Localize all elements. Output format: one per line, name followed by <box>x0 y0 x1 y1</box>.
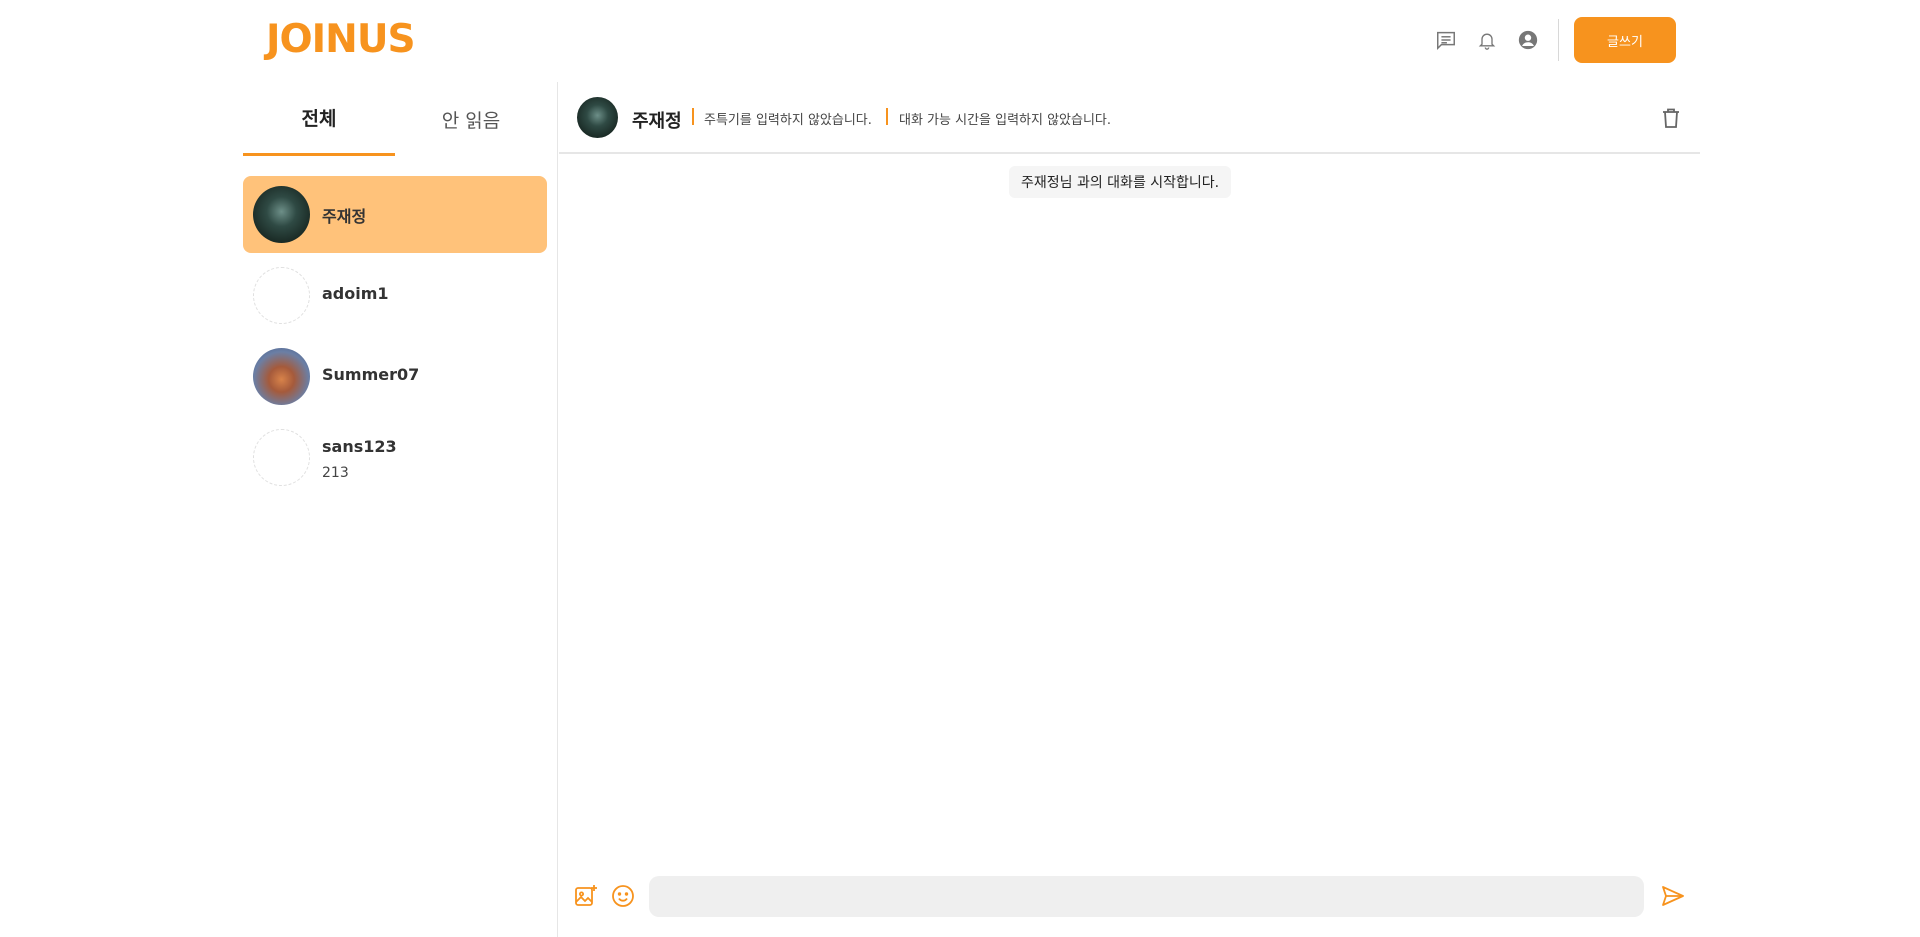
avatar <box>253 186 310 243</box>
chat-room-panel: 전체 안 읽음 주재정 adoim1 Summer07 sans123 213 <box>243 82 558 937</box>
separator <box>692 108 694 125</box>
tab-all[interactable]: 전체 <box>243 82 395 156</box>
room-name: sans123 <box>322 437 397 456</box>
logo[interactable]: JOINUS <box>266 19 416 61</box>
chat-panel: 주재정 주특기를 입력하지 않았습니다. 대화 가능 시간을 입력하지 않았습니… <box>559 82 1700 937</box>
send-button[interactable] <box>1657 881 1689 911</box>
header-divider <box>1558 19 1559 61</box>
room-tabs: 전체 안 읽음 <box>243 82 558 156</box>
emoji-icon[interactable] <box>608 881 638 911</box>
room-list: 주재정 adoim1 Summer07 sans123 213 <box>243 176 547 500</box>
top-header: JOINUS 글쓰기 <box>0 0 1920 82</box>
system-message: 주재정님 과의 대화를 시작합니다. <box>1009 166 1232 198</box>
room-item[interactable]: 주재정 <box>243 176 547 253</box>
chat-icon[interactable] <box>1433 27 1459 53</box>
room-item[interactable]: adoim1 <box>243 257 547 334</box>
image-upload-icon[interactable] <box>571 881 601 911</box>
delete-chat-button[interactable] <box>1657 104 1685 132</box>
profile-icon[interactable] <box>1515 27 1541 53</box>
room-name: adoim1 <box>322 284 389 303</box>
bell-icon[interactable] <box>1474 27 1500 53</box>
partner-available-time: 대화 가능 시간을 입력하지 않았습니다. <box>899 113 1112 128</box>
message-composer <box>559 872 1700 922</box>
avatar <box>253 429 310 486</box>
partner-name: 주재정 <box>632 111 682 132</box>
chat-header: 주재정 주특기를 입력하지 않았습니다. 대화 가능 시간을 입력하지 않았습니… <box>559 82 1700 154</box>
trash-icon <box>1663 108 1679 128</box>
room-name: Summer07 <box>322 365 420 384</box>
message-input[interactable] <box>649 876 1644 917</box>
partner-hobby: 주특기를 입력하지 않았습니다. <box>704 113 872 128</box>
separator <box>886 108 888 125</box>
send-icon <box>1662 886 1684 906</box>
room-name: 주재정 <box>322 207 367 226</box>
tab-unread[interactable]: 안 읽음 <box>395 82 547 156</box>
room-last-message: 213 <box>322 465 349 481</box>
room-item[interactable]: sans123 213 <box>243 419 547 496</box>
room-item[interactable]: Summer07 <box>243 338 547 415</box>
write-post-button[interactable]: 글쓰기 <box>1574 17 1676 63</box>
avatar <box>253 267 310 324</box>
avatar <box>253 348 310 405</box>
avatar[interactable] <box>577 97 618 138</box>
